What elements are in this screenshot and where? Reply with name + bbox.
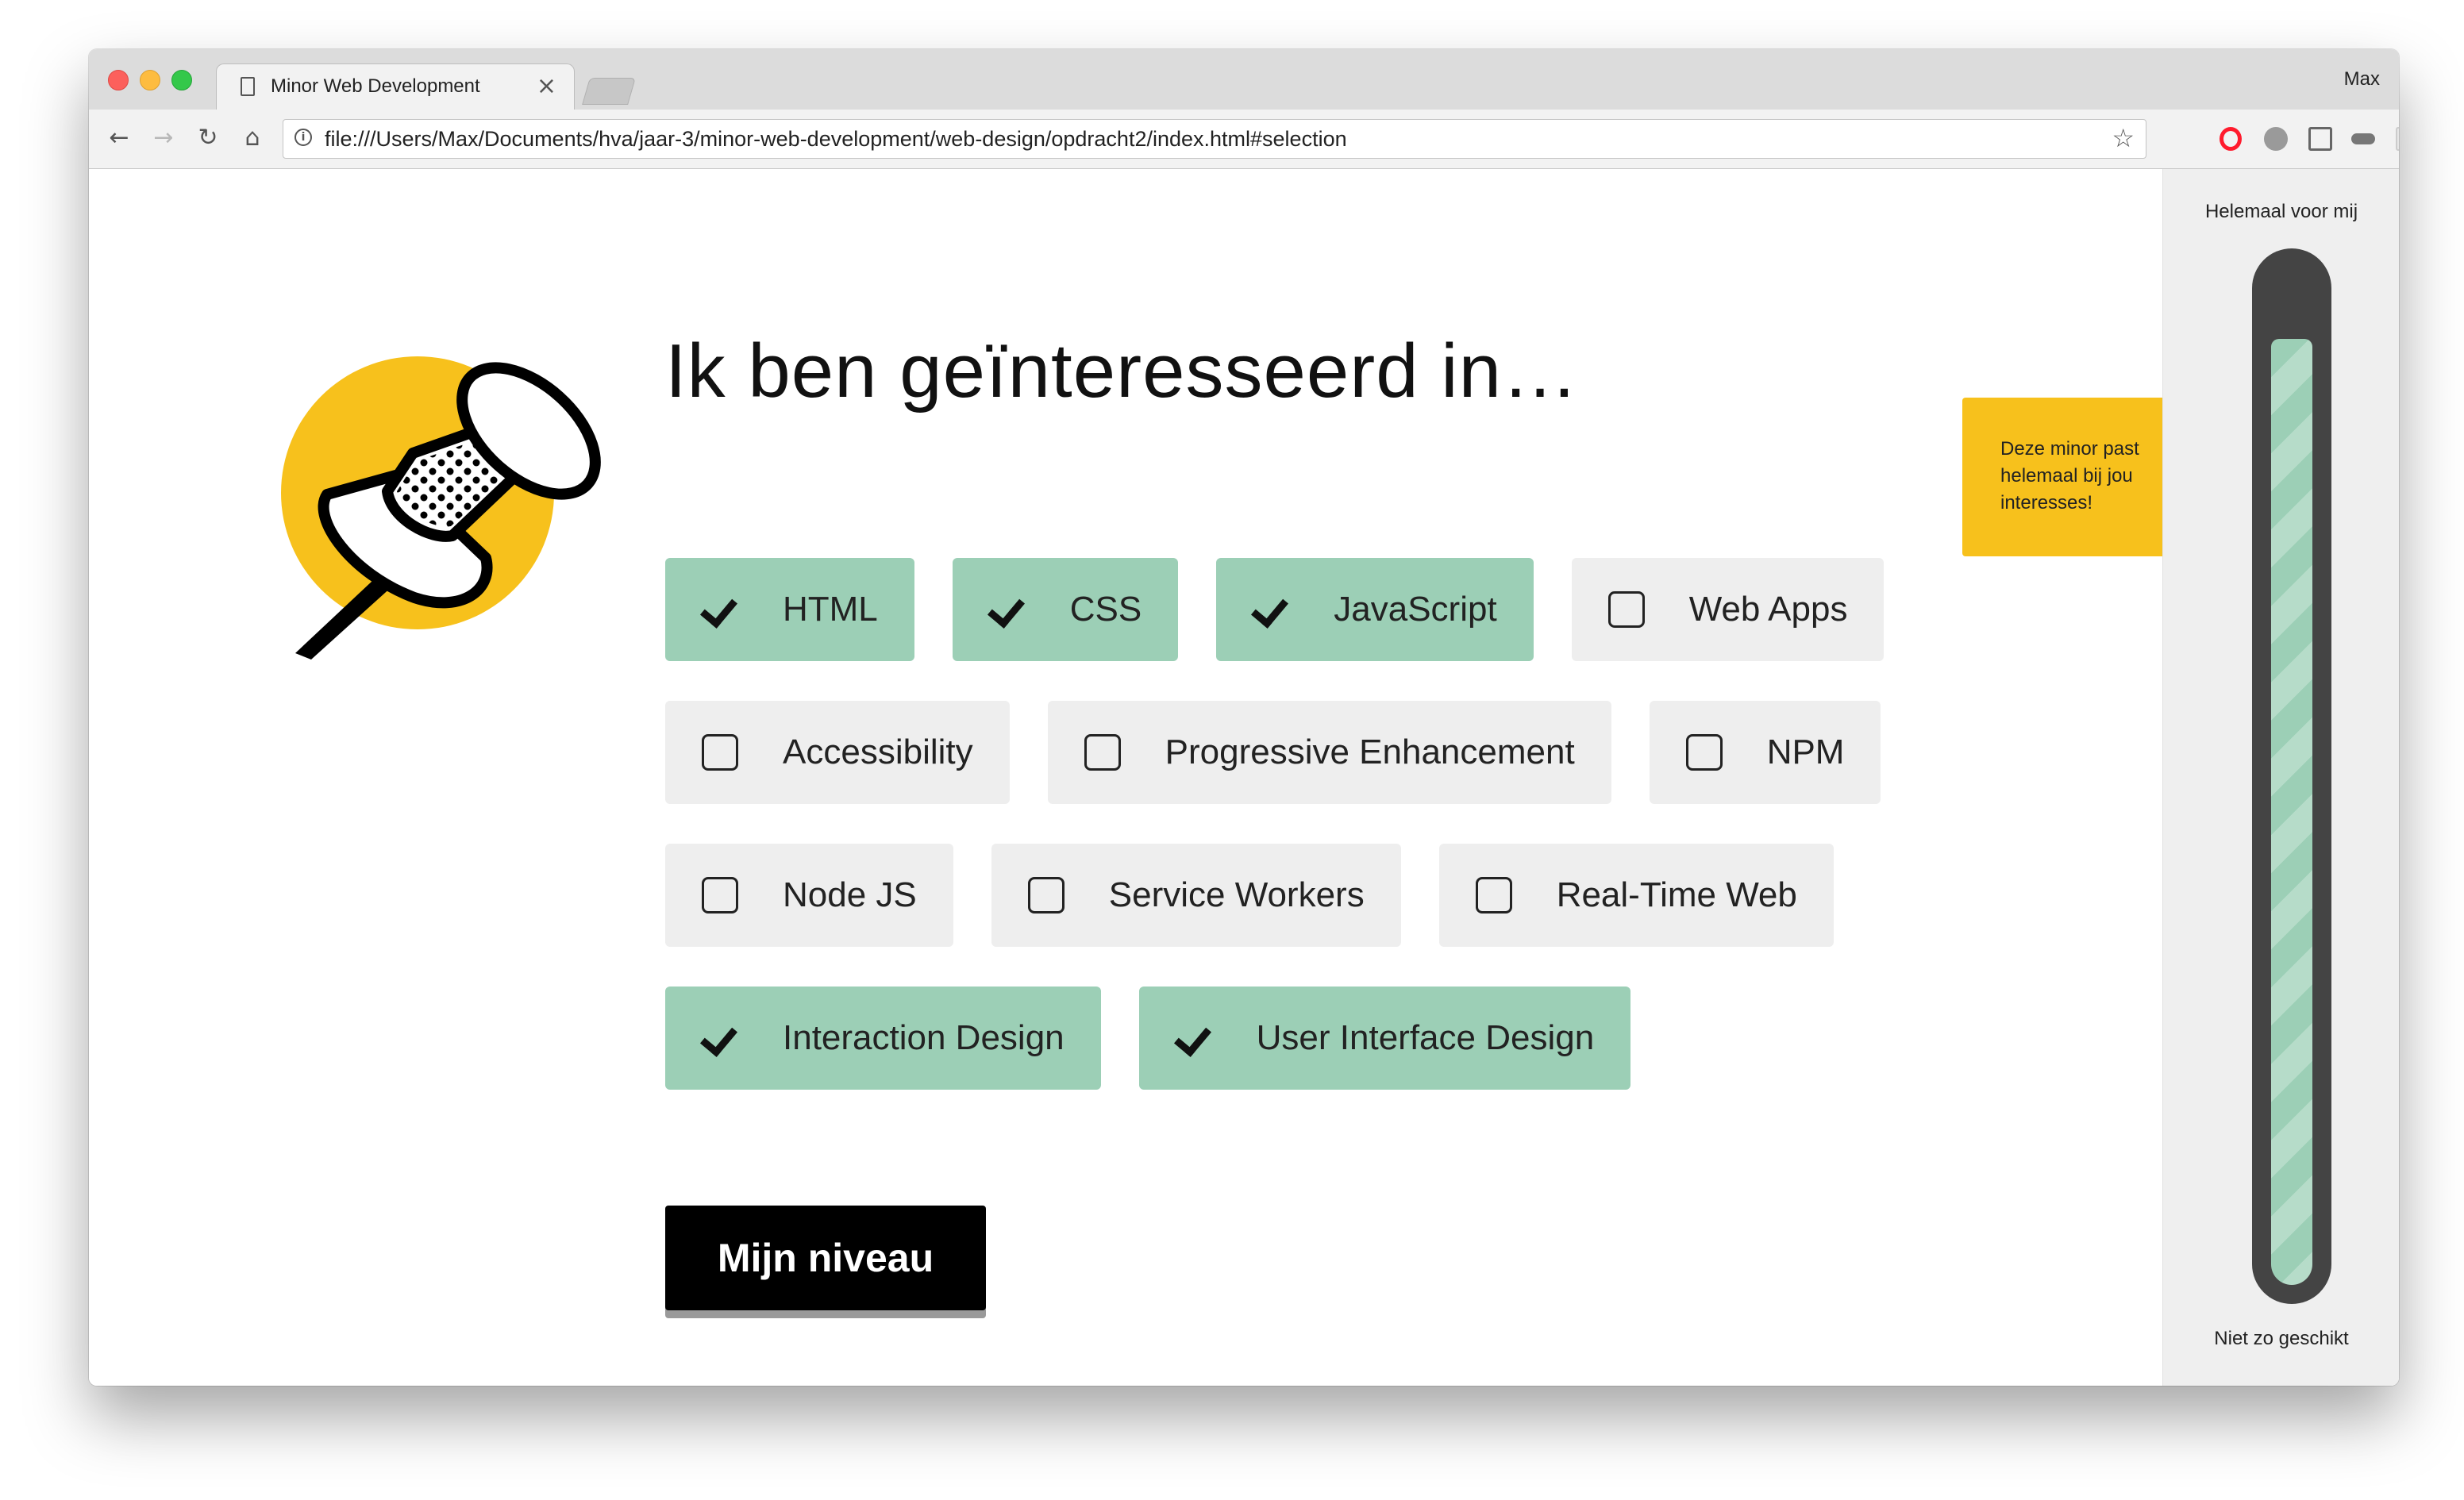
back-arrow-icon[interactable]: ←	[102, 121, 137, 156]
option-real-time-web[interactable]: Real-Time Web	[1438, 844, 1834, 947]
meter-bottom-label: Niet zo geschikt	[2214, 1328, 2349, 1349]
minimize-window-button[interactable]	[140, 70, 160, 90]
option-label: Service Workers	[1108, 875, 1365, 914]
meter-fill	[2271, 339, 2312, 1285]
option-label: NPM	[1766, 733, 1845, 771]
checkmark-icon[interactable]	[1253, 591, 1289, 628]
page-title: Ik ben geïnteresseerd in…	[665, 329, 1579, 413]
glasses-icon[interactable]	[2351, 133, 2375, 144]
url-text[interactable]: file:///Users/Max/Documents/hva/jaar-3/m…	[325, 127, 1347, 152]
forward-arrow-icon[interactable]: →	[146, 121, 181, 156]
profile-name[interactable]: Max	[2344, 68, 2380, 90]
option-label: Progressive Enhancement	[1165, 733, 1575, 771]
checkmark-icon[interactable]	[1176, 1020, 1212, 1056]
document-icon	[241, 77, 255, 96]
option-interaction-design[interactable]: Interaction Design	[665, 987, 1101, 1090]
pushpin-icon	[281, 356, 601, 660]
title-bar: Minor Web Development × Max	[89, 49, 2399, 112]
checkbox-icon[interactable]	[702, 734, 738, 771]
interest-options: HTML CSS JavaScript Web Apps Accessibility Pr…	[665, 558, 1885, 1129]
checkbox-icon[interactable]	[702, 877, 738, 913]
browser-window: Minor Web Development × Max ← → ↻ ⌂ i fi…	[89, 49, 2399, 1386]
option-label: CSS	[1069, 590, 1142, 629]
option-service-workers[interactable]: Service Workers	[991, 844, 1401, 947]
meter-track	[2252, 248, 2331, 1304]
maximize-window-button[interactable]	[171, 70, 192, 90]
option-javascript[interactable]: JavaScript	[1216, 558, 1534, 661]
option-label: Accessibility	[783, 733, 973, 771]
option-html[interactable]: HTML	[665, 558, 914, 661]
new-tab-button[interactable]	[582, 78, 636, 105]
browser-toolbar: ← → ↻ ⌂ i file:///Users/Max/Documents/hv…	[89, 110, 2399, 169]
home-icon[interactable]: ⌂	[235, 121, 270, 156]
info-icon[interactable]: i	[295, 129, 312, 146]
match-meter-panel: Helemaal voor mij Niet zo geschikt	[2162, 169, 2399, 1386]
option-web-apps[interactable]: Web Apps	[1571, 558, 1885, 661]
option-row: Node JS Service Workers Real-Time Web	[665, 844, 1856, 947]
checkmark-icon[interactable]	[702, 1020, 738, 1056]
option-row: HTML CSS JavaScript Web Apps	[665, 558, 1885, 661]
checkbox-icon[interactable]	[1607, 591, 1645, 628]
checkmark-icon[interactable]	[989, 591, 1026, 628]
checkbox-icon[interactable]	[1027, 877, 1065, 913]
checkbox-icon[interactable]	[1685, 734, 1723, 771]
option-npm[interactable]: NPM	[1649, 701, 1881, 804]
option-label: HTML	[783, 590, 878, 629]
option-node-js[interactable]: Node JS	[665, 844, 953, 947]
close-window-button[interactable]	[108, 70, 129, 90]
browser-tab[interactable]: Minor Web Development ×	[216, 63, 575, 112]
meter-top-label: Helemaal voor mij	[2204, 201, 2358, 222]
grid-icon[interactable]	[2396, 127, 2399, 151]
page-viewport: Ik ben geïnteresseerd in… HTML CSS JavaScr…	[89, 169, 2399, 1386]
reload-icon[interactable]: ↻	[191, 121, 225, 156]
option-user-interface-design[interactable]: User Interface Design	[1138, 987, 1631, 1090]
option-row: Interaction Design User Interface Design	[665, 987, 1856, 1090]
checkbox-icon[interactable]	[1475, 877, 1512, 913]
option-label: User Interface Design	[1256, 1018, 1595, 1057]
option-label: JavaScript	[1334, 590, 1497, 629]
option-label: Web Apps	[1688, 590, 1848, 629]
option-accessibility[interactable]: Accessibility	[665, 701, 1010, 804]
checkmark-icon[interactable]	[702, 591, 738, 628]
option-css[interactable]: CSS	[952, 558, 1179, 661]
tab-close-icon[interactable]: ×	[537, 72, 556, 100]
cast-icon[interactable]	[2308, 127, 2332, 151]
checkbox-icon[interactable]	[1084, 734, 1121, 771]
option-label: Interaction Design	[783, 1018, 1065, 1057]
address-bar[interactable]: i file:///Users/Max/Documents/hva/jaar-3…	[283, 119, 2146, 159]
star-icon[interactable]: ☆	[2112, 123, 2135, 153]
option-label: Node JS	[783, 875, 917, 914]
option-label: Real-Time Web	[1556, 875, 1797, 914]
option-progressive-enhancement[interactable]: Progressive Enhancement	[1047, 701, 1611, 804]
opera-icon[interactable]	[2220, 127, 2242, 151]
tab-title: Minor Web Development	[271, 75, 480, 97]
option-row: Accessibility Progressive Enhancement NPM	[665, 701, 1881, 804]
my-level-button[interactable]: Mijn niveau	[665, 1206, 986, 1310]
gear-icon[interactable]	[2264, 127, 2288, 151]
